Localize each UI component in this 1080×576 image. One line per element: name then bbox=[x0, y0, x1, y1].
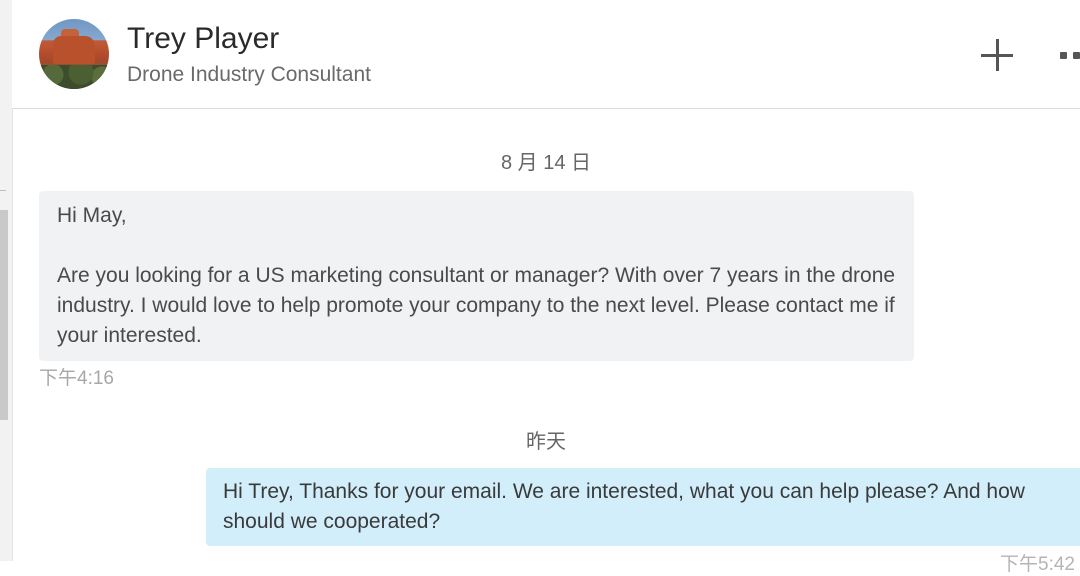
incoming-message-greeting: Hi May, bbox=[57, 204, 127, 227]
incoming-message-spacer bbox=[57, 231, 896, 261]
avatar-rock bbox=[53, 36, 95, 64]
plus-icon[interactable] bbox=[979, 37, 1015, 73]
incoming-message-body: Are you looking for a US marketing consu… bbox=[57, 264, 901, 347]
incoming-message-time: 下午4:16 bbox=[39, 368, 114, 389]
contact-avatar[interactable] bbox=[39, 19, 109, 89]
contact-title: Drone Industry Consultant bbox=[127, 63, 371, 86]
avatar-shrubs bbox=[39, 65, 109, 89]
left-panel-tick bbox=[0, 190, 6, 191]
outgoing-message-bubble: Hi Trey, Thanks for your email. We are i… bbox=[206, 468, 1080, 546]
conversation-header: Trey Player Drone Industry Consultant bbox=[12, 0, 1080, 109]
contact-name[interactable]: Trey Player bbox=[127, 22, 279, 56]
left-scrollbar[interactable] bbox=[0, 210, 8, 420]
more-options-icon[interactable] bbox=[1060, 52, 1080, 60]
outgoing-message-time: 下午5:42 bbox=[1000, 554, 1075, 575]
outgoing-message-body: Hi Trey, Thanks for your email. We are i… bbox=[223, 480, 1025, 533]
date-separator: 8 月 14 日 bbox=[500, 152, 592, 174]
incoming-message-bubble: Hi May, Are you looking for a US marketi… bbox=[39, 191, 914, 361]
date-separator-yesterday: 昨天 bbox=[526, 431, 566, 453]
